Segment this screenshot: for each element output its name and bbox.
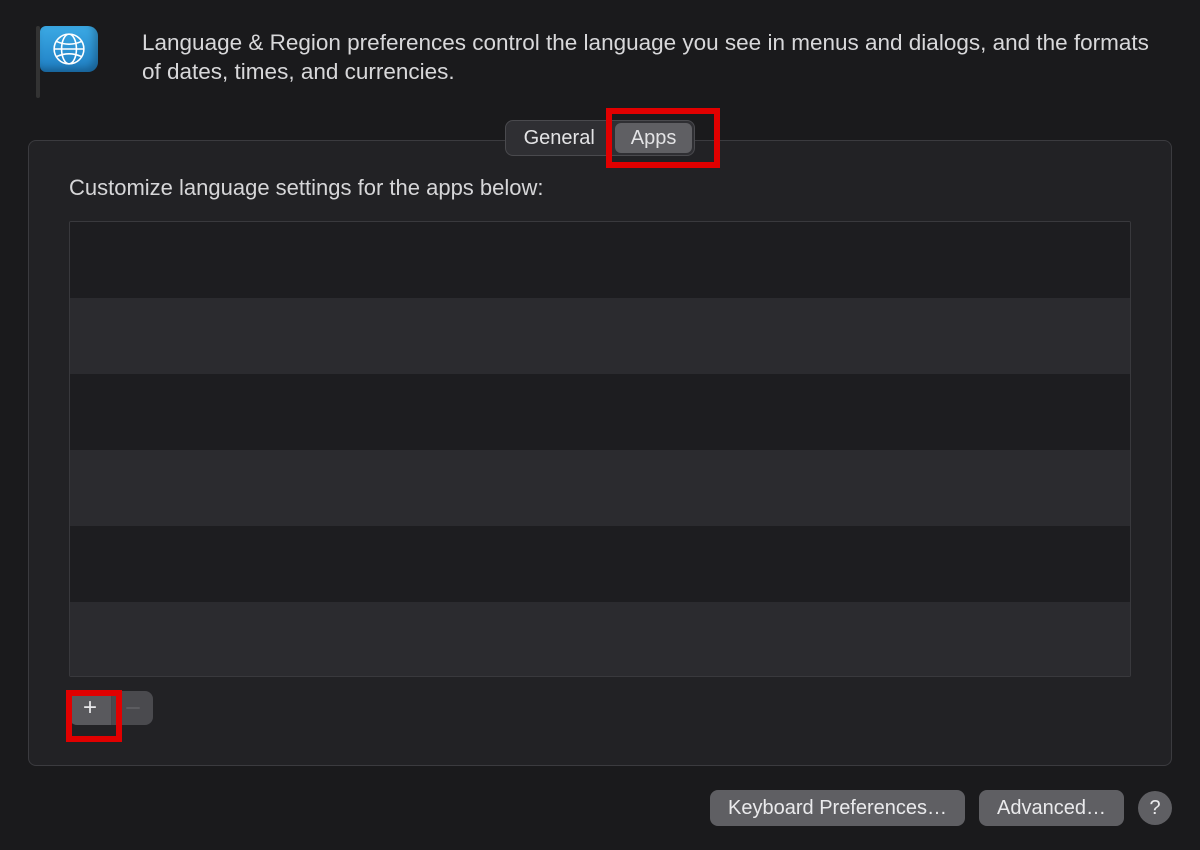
list-row: [70, 222, 1130, 298]
advanced-button[interactable]: Advanced…: [979, 790, 1124, 826]
footer: Keyboard Preferences… Advanced… ?: [710, 790, 1172, 826]
tab-general[interactable]: General: [506, 123, 613, 153]
globe-flag-icon: [34, 24, 112, 102]
panel-title: Customize language settings for the apps…: [69, 175, 1131, 201]
keyboard-preferences-button[interactable]: Keyboard Preferences…: [710, 790, 965, 826]
apps-list[interactable]: [69, 221, 1131, 677]
list-row: [70, 602, 1130, 677]
help-button[interactable]: ?: [1138, 791, 1172, 825]
globe-icon: [52, 32, 86, 66]
tab-apps[interactable]: Apps: [615, 123, 693, 153]
list-row: [70, 526, 1130, 602]
remove-button: [111, 691, 153, 725]
header-description: Language & Region preferences control th…: [142, 24, 1172, 87]
add-button[interactable]: +: [69, 691, 111, 725]
apps-panel: Customize language settings for the apps…: [28, 140, 1172, 766]
list-row: [70, 374, 1130, 450]
segmented-control: General Apps: [505, 120, 696, 156]
add-remove-group: +: [69, 691, 153, 725]
minus-icon: [126, 707, 140, 710]
list-row: [70, 298, 1130, 374]
list-row: [70, 450, 1130, 526]
tab-bar: General Apps: [0, 120, 1200, 156]
plus-icon: +: [83, 696, 97, 720]
header: Language & Region preferences control th…: [0, 0, 1200, 102]
